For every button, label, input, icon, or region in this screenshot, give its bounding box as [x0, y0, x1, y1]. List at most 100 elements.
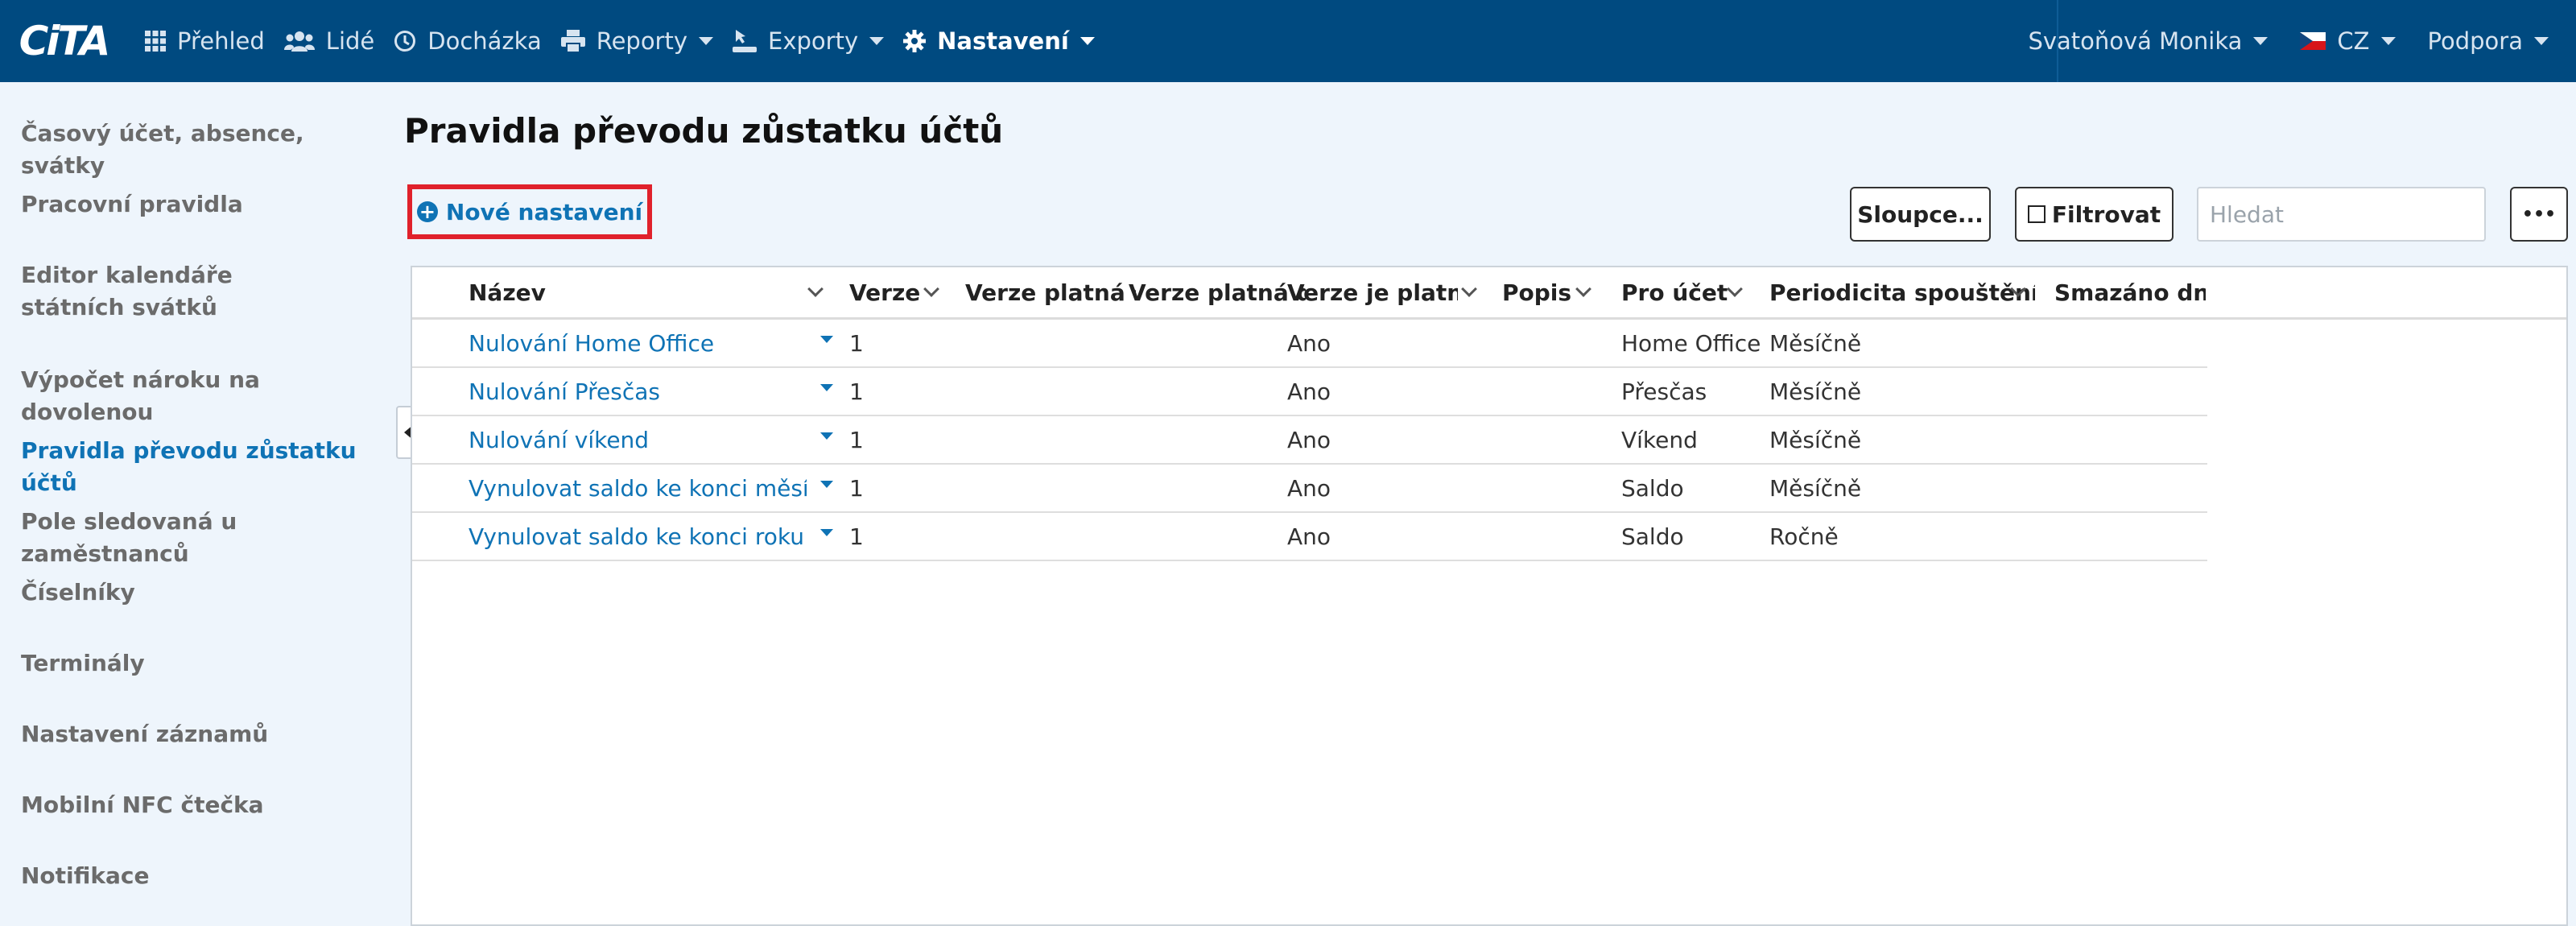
- row-name-link[interactable]: Nulování Přesčas: [469, 368, 807, 415]
- language-menu[interactable]: CZ: [2290, 0, 2417, 82]
- sidebar-item-vypocet-naroku[interactable]: Výpočet nároku na dovolenou: [21, 364, 383, 428]
- nav-dochazka[interactable]: Docházka: [384, 0, 551, 82]
- nav-lide[interactable]: Lidé: [275, 0, 384, 82]
- row-periodicita: Měsíčně: [1769, 426, 1862, 453]
- chevron-down-icon: [2253, 37, 2268, 45]
- export-icon: [733, 30, 758, 52]
- row-name-link[interactable]: Vynulovat saldo ke konci měsí...: [469, 465, 807, 511]
- printer-icon: [560, 30, 585, 52]
- chevron-down-icon[interactable]: [807, 281, 824, 297]
- new-setting-label: Nové nastavení: [445, 198, 643, 225]
- grid-icon: [145, 31, 166, 52]
- row-platna: Ano: [1287, 426, 1331, 453]
- sidebar-item-casovy-ucet[interactable]: Časový účet, absence, svátky: [21, 118, 383, 182]
- table-row[interactable]: Vynulovat saldo ke konci roku 1 Ano Sald…: [412, 513, 2207, 561]
- nav-exporty[interactable]: Exporty: [723, 0, 894, 82]
- chevron-down-icon: [869, 37, 885, 45]
- sidebar-item-pole-sledovana[interactable]: Pole sledovaná u zaměstnanců: [21, 506, 399, 570]
- column-header-verze-platna-do[interactable]: Verze platná do: [1129, 267, 1306, 317]
- nav-lide-label: Lidé: [325, 27, 375, 55]
- row-verze: 1: [849, 523, 864, 550]
- row-verze: 1: [849, 329, 864, 357]
- row-name-link[interactable]: Nulování víkend: [469, 416, 807, 463]
- sidebar-item-ciselniky[interactable]: Číselníky: [21, 577, 383, 609]
- row-name-link[interactable]: Nulování Home Office: [469, 320, 807, 366]
- row-menu-caret-icon[interactable]: [820, 481, 833, 488]
- column-header-smazano-dne[interactable]: Smazáno dne: [2054, 267, 2206, 317]
- nav-reporty-label: Reporty: [596, 27, 688, 55]
- row-menu-caret-icon[interactable]: [820, 432, 833, 440]
- sidebar-item-editor-kalendare[interactable]: Editor kalendáře státních svátků: [21, 259, 343, 324]
- chevron-down-icon: [2534, 37, 2549, 45]
- new-setting-button[interactable]: + Nové nastavení: [407, 184, 652, 239]
- column-header-periodicita[interactable]: Periodicita spouštění: [1769, 267, 2035, 317]
- nav-dochazka-label: Docházka: [427, 27, 542, 55]
- sidebar-item-pravidla-prevodu[interactable]: Pravidla převodu zůstatku účtů: [21, 435, 399, 499]
- row-periodicita: Ročně: [1769, 523, 1839, 550]
- row-periodicita: Měsíčně: [1769, 329, 1862, 357]
- more-options-button[interactable]: •••: [2510, 187, 2568, 242]
- chevron-down-icon: [1080, 37, 1095, 45]
- checkbox-icon: [2027, 205, 2046, 223]
- logo-text: CiTA: [19, 18, 111, 64]
- nav-exporty-label: Exporty: [768, 27, 859, 55]
- search-input[interactable]: [2197, 187, 2486, 242]
- chevron-down-icon[interactable]: [1461, 281, 1477, 297]
- row-platna: Ano: [1287, 474, 1331, 502]
- row-periodicita: Měsíčně: [1769, 474, 1862, 502]
- gear-icon: [903, 30, 927, 52]
- nav-prehled-label: Přehled: [177, 27, 265, 55]
- row-name-link[interactable]: Vynulovat saldo ke konci roku: [469, 513, 807, 560]
- table-row[interactable]: Nulování Přesčas 1 Ano Přesčas Měsíčně: [412, 368, 2207, 416]
- sidebar-item-terminaly[interactable]: Terminály: [21, 647, 383, 680]
- data-table: Název Verze Verze platná od Verze platná…: [411, 266, 2568, 926]
- column-header-verze-platna-od[interactable]: Verze platná od: [965, 267, 1136, 317]
- row-platna: Ano: [1287, 523, 1331, 550]
- row-menu-caret-icon[interactable]: [820, 384, 833, 391]
- plus-circle-icon: +: [416, 201, 438, 222]
- column-header-nazev[interactable]: Název: [469, 267, 791, 317]
- columns-button[interactable]: Sloupce...: [1850, 187, 1991, 242]
- table-row[interactable]: Nulování Home Office 1 Ano Home Office M…: [412, 320, 2207, 368]
- nav-nastaveni-label: Nastavení: [937, 27, 1069, 55]
- user-menu[interactable]: Svatoňová Monika: [2018, 0, 2290, 82]
- column-header-verze-je-platna[interactable]: Verze je platná: [1287, 267, 1458, 317]
- users-icon: [283, 31, 315, 52]
- ellipsis-icon: •••: [2521, 204, 2557, 225]
- row-platna: Ano: [1287, 329, 1331, 357]
- user-name: Svatoňová Monika: [2028, 27, 2243, 55]
- row-platna: Ano: [1287, 378, 1331, 405]
- sidebar-item-pracovni-pravidla[interactable]: Pracovní pravidla: [21, 188, 383, 221]
- row-periodicita: Měsíčně: [1769, 378, 1862, 405]
- chevron-down-icon: [2380, 37, 2396, 45]
- support-label: Podpora: [2427, 27, 2523, 55]
- sidebar-item-nfc-ctecka[interactable]: Mobilní NFC čtečka: [21, 789, 383, 821]
- nav-prehled[interactable]: Přehled: [127, 0, 275, 82]
- page-title: Pravidla převodu zůstatku účtů: [404, 111, 1004, 151]
- nav-reporty[interactable]: Reporty: [551, 0, 723, 82]
- sidebar: Časový účet, absence, svátky Pracovní pr…: [0, 82, 394, 926]
- czech-flag-icon: [2300, 32, 2326, 50]
- filter-button[interactable]: Filtrovat: [2015, 187, 2174, 242]
- clock-icon: [394, 30, 416, 52]
- row-menu-caret-icon[interactable]: [820, 336, 833, 343]
- columns-label: Sloupce...: [1857, 200, 1984, 228]
- top-navbar: CiTA Přehled Lidé Docházka Reporty Expor…: [0, 0, 2576, 82]
- column-header-verze[interactable]: Verze: [849, 267, 938, 317]
- table-row[interactable]: Nulování víkend 1 Ano Víkend Měsíčně: [412, 416, 2207, 465]
- row-verze: 1: [849, 426, 864, 453]
- chevron-down-icon: [699, 37, 714, 45]
- row-ucet: Saldo: [1621, 523, 1684, 550]
- nav-nastaveni[interactable]: Nastavení: [894, 0, 1104, 82]
- sidebar-item-notifikace[interactable]: Notifikace: [21, 860, 383, 892]
- support-menu[interactable]: Podpora: [2418, 0, 2576, 82]
- row-verze: 1: [849, 474, 864, 502]
- logo[interactable]: CiTA: [0, 0, 127, 82]
- language-label: CZ: [2337, 27, 2370, 55]
- sidebar-item-nastaveni-zaznamu[interactable]: Nastavení záznamů: [21, 718, 383, 750]
- column-header-pro-ucet[interactable]: Pro účet: [1621, 267, 1742, 317]
- row-menu-caret-icon[interactable]: [820, 529, 833, 536]
- row-ucet: Přesčas: [1621, 378, 1707, 405]
- table-row[interactable]: Vynulovat saldo ke konci měsí... 1 Ano S…: [412, 465, 2207, 513]
- row-ucet: Home Office: [1621, 329, 1761, 357]
